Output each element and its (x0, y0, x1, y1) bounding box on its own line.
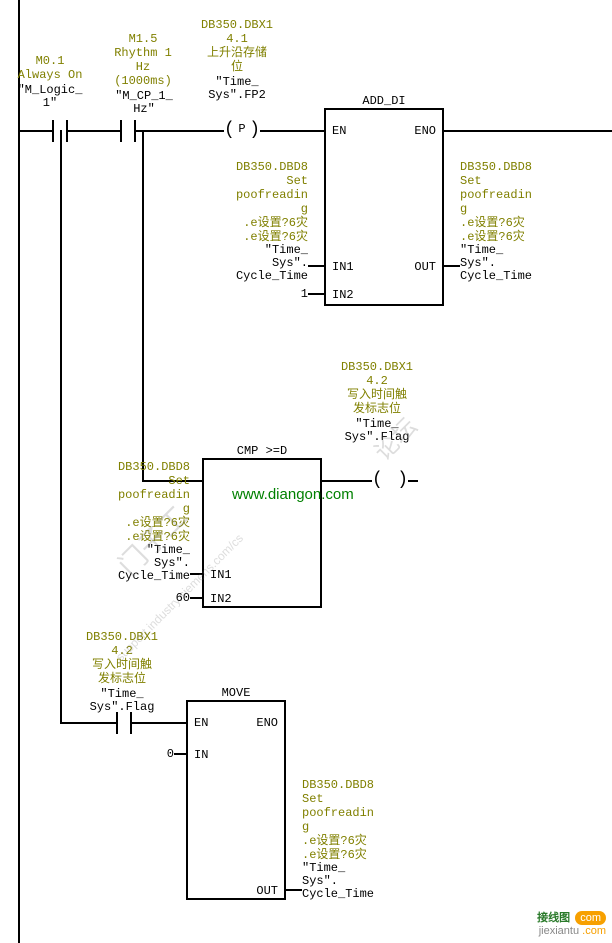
move-title: MOVE (188, 686, 284, 700)
add-di-en: EN (332, 124, 346, 138)
c1-sym: "M_Logic_1" (10, 84, 90, 110)
wire-cmp-in1 (190, 573, 202, 575)
cmp-in1-addr: DB350.DBD8 (70, 460, 190, 474)
coil-p: ( P ) (214, 120, 270, 142)
wire-addi-in2 (308, 293, 324, 295)
wire-r1-eno (444, 130, 612, 132)
contact-flag (110, 712, 138, 734)
cmp-in1-l5: .e设置?6灾 (70, 530, 190, 544)
fbox-add-di: ADD_DI EN ENO IN1 OUT IN2 (324, 108, 444, 306)
wire-r3-b (138, 722, 186, 724)
power-rail-left (18, 0, 20, 943)
wire-r1-d (270, 130, 324, 132)
move-in-val: 0 (158, 747, 174, 761)
cmp-in1: IN1 (210, 568, 232, 582)
addi-out-addr: DB350.DBD8 (460, 160, 580, 174)
wire-r1-c (142, 130, 214, 132)
move-out-l1: Set (302, 792, 422, 806)
add-di-in1: IN1 (332, 260, 354, 274)
contact-m1-5 (114, 120, 142, 142)
wire-addi-out (444, 265, 460, 267)
cmp-in1-l2: poofreadin (70, 488, 190, 502)
addi-in1-l4: .e设置?6灾 (188, 216, 308, 230)
move-out-sym: "Time_Sys".Cycle_Time (302, 862, 422, 901)
cmp-in1-l4: .e设置?6灾 (70, 516, 190, 530)
pcoil-addr2: 4.1 (192, 32, 282, 46)
pcoil-addr: DB350.DBX1 (192, 18, 282, 32)
addi-in2-val: 1 (290, 287, 308, 301)
pcoil-sym: "Time_Sys".FP2 (192, 76, 282, 102)
c2-desc2: (1000ms) (108, 74, 178, 88)
cmp-in1-l1: Set (70, 474, 190, 488)
r2-coil-addr2: 4.2 (322, 374, 432, 388)
move-in: IN (194, 748, 208, 762)
add-di-title: ADD_DI (326, 94, 442, 108)
addi-out-l2: poofreadin (460, 188, 580, 202)
fbox-cmp: CMP >=D IN1 IN2 (202, 458, 322, 608)
c2-sym: "M_CP_1_Hz" (104, 90, 184, 116)
addi-out-sym: "Time_Sys".Cycle_Time (460, 244, 580, 283)
move-out-l5: .e设置?6灾 (302, 848, 422, 862)
cmp-in2-val: 60 (168, 591, 190, 605)
move-out-addr: DB350.DBD8 (302, 778, 422, 792)
add-di-in2: IN2 (332, 288, 354, 302)
c2-desc1: Rhythm 1Hz (100, 46, 186, 74)
r3-c-desc: 写入时间触发标志位 (72, 658, 172, 686)
wire-move-in (174, 753, 186, 755)
pcoil-desc: 上升沿存储位 (192, 46, 282, 74)
move-out-l2: poofreadin (302, 806, 422, 820)
addi-in1-addr: DB350.DBD8 (188, 160, 308, 174)
addi-in1-l2: poofreadin (188, 188, 308, 202)
c1-desc: Always On (10, 68, 90, 82)
move-eno: ENO (256, 716, 278, 730)
addi-out-l3: g (460, 202, 580, 216)
wire-move-out (286, 889, 302, 891)
addi-in1-l3: g (188, 202, 308, 216)
footer-mark: 接线图 com jiexiantu .com (537, 909, 606, 937)
move-out-l3: g (302, 820, 422, 834)
wire-r1-a (18, 130, 46, 132)
move-en: EN (194, 716, 208, 730)
add-di-eno: ENO (414, 124, 436, 138)
watermark-url: www.diangon.com (232, 488, 412, 502)
cmp-in1-l3: g (70, 502, 190, 516)
addi-out-l4: .e设置?6灾 (460, 216, 580, 230)
cmp-in1-sym: "Time_Sys".Cycle_Time (70, 544, 190, 583)
addi-in1-l5: .e设置?6灾 (188, 230, 308, 244)
r3-c-sym: "Time_Sys".Flag (72, 688, 172, 714)
move-out-l4: .e设置?6灾 (302, 834, 422, 848)
fbox-move: MOVE EN ENO IN OUT (186, 700, 286, 900)
add-di-out: OUT (414, 260, 436, 274)
r3-c-addr2: 4.2 (72, 644, 172, 658)
branch-vert-1 (142, 130, 144, 482)
c2-addr: M1.5 (108, 32, 178, 46)
wire-cmp-in2 (190, 597, 202, 599)
r2-coil-addr: DB350.DBX1 (322, 360, 432, 374)
addi-out-l5: .e设置?6灾 (460, 230, 580, 244)
c1-addr: M0.1 (20, 54, 80, 68)
branch-vert-2 (60, 130, 62, 724)
addi-in1-l1: Set (188, 174, 308, 188)
wire-r3-a (60, 722, 110, 724)
wire-r2-b (322, 480, 362, 482)
wire-addi-in1 (308, 265, 324, 267)
addi-in1-sym: "Time_Sys".Cycle_Time (188, 244, 308, 283)
wire-r1-b (74, 130, 114, 132)
cmp-title: CMP >=D (204, 444, 320, 458)
r2-coil-desc: 写入时间触发标志位 (322, 388, 432, 416)
r2-coil-sym: "Time_Sys".Flag (322, 418, 432, 444)
move-out: OUT (256, 884, 278, 898)
addi-out-l1: Set (460, 174, 580, 188)
r3-c-addr: DB350.DBX1 (72, 630, 172, 644)
cmp-in2: IN2 (210, 592, 232, 606)
